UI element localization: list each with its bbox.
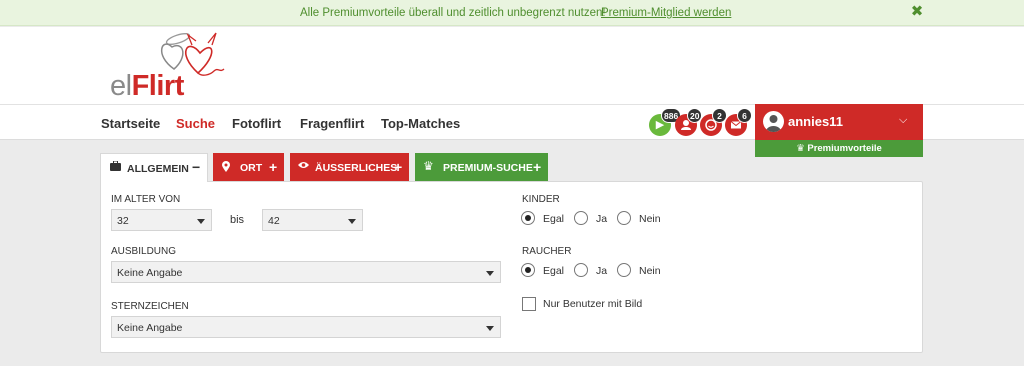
logo-flirt: Flirt — [131, 70, 185, 102]
nav-fotoflirt[interactable]: Fotoflirt — [232, 116, 281, 131]
raucher-ja-label: Ja — [596, 265, 608, 277]
nav-top-matches[interactable]: Top-Matches — [381, 116, 460, 131]
kinder-egal-label: Egal — [543, 213, 565, 225]
eye-icon — [298, 161, 309, 172]
ausbildung-select[interactable]: Keine Angabe — [111, 261, 501, 283]
expand-icon: + — [394, 159, 403, 175]
avatar — [763, 111, 784, 132]
promo-text: Alle Premiumvorteile überall und zeitlic… — [300, 7, 606, 19]
dropdown-arrow-icon — [348, 219, 356, 224]
close-icon[interactable]: ✖ — [907, 2, 927, 22]
premium-benefits-label: Premiumvorteile — [807, 143, 882, 154]
kinder-ja-label: Ja — [596, 213, 608, 225]
user-menu[interactable]: annies11 ⌵ — [755, 104, 923, 140]
raucher-nein-label: Nein — [639, 265, 661, 277]
nav-startseite[interactable]: Startseite — [101, 116, 160, 131]
nav-suche[interactable]: Suche — [176, 116, 215, 131]
raucher-egal-label: Egal — [543, 265, 565, 277]
visitors-button[interactable]: 20 — [675, 108, 703, 136]
site-header: elFlirt — [0, 27, 1024, 104]
dropdown-arrow-icon — [486, 326, 494, 331]
ausbildung-value: Keine Angabe — [117, 267, 183, 279]
kinder-nein-radio[interactable] — [617, 211, 631, 225]
tab-aeusserliches[interactable]: ÄUSSERLICHES + — [290, 153, 409, 181]
raucher-ja-radio[interactable] — [574, 263, 588, 277]
raucher-label: RAUCHER — [522, 246, 572, 257]
username: annies11 — [788, 114, 843, 129]
kinder-egal-radio[interactable] — [521, 211, 535, 225]
tab-aeusserliches-label: ÄUSSERLICHES — [315, 162, 398, 174]
crown-icon: ♛ — [796, 143, 805, 154]
age-to-select[interactable]: 42 — [262, 209, 363, 231]
premium-benefits-button[interactable]: ♛ Premiumvorteile — [755, 140, 923, 157]
premium-member-link[interactable]: Premium-Mitglied werden — [601, 7, 731, 19]
tab-allgemein-label: ALLGEMEIN — [127, 163, 189, 175]
kinder-nein-label: Nein — [639, 213, 661, 225]
tab-premium-suche[interactable]: ♛ PREMIUM-SUCHE + — [415, 153, 548, 181]
dropdown-arrow-icon — [197, 219, 205, 224]
messages-button[interactable]: 6 — [725, 108, 752, 136]
tab-ort-label: ORT — [240, 162, 263, 174]
ausbildung-label: AUSBILDUNG — [111, 246, 177, 257]
live-button[interactable]: ▶ 886 — [649, 108, 682, 136]
sternzeichen-value: Keine Angabe — [117, 322, 183, 334]
logo-el: el — [110, 70, 132, 102]
kinder-label: KINDER — [522, 194, 560, 205]
age-label: IM ALTER VON — [111, 194, 181, 205]
crown-icon: ♛ — [423, 159, 434, 173]
dropdown-arrow-icon — [486, 271, 494, 276]
age-from-value: 32 — [117, 215, 129, 227]
age-to-label: bis — [230, 214, 245, 226]
tab-allgemein[interactable]: ALLGEMEIN − — [100, 153, 208, 182]
location-pin-icon — [222, 161, 230, 175]
messages-count: 6 — [737, 108, 752, 123]
promo-bar: Alle Premiumvorteile überall und zeitlic… — [0, 0, 1024, 26]
collapse-icon: − — [192, 159, 201, 175]
smiles-button[interactable]: 2 — [700, 108, 727, 136]
age-from-select[interactable]: 32 — [111, 209, 212, 231]
raucher-egal-radio[interactable] — [521, 263, 535, 277]
tab-premium-suche-label: PREMIUM-SUCHE — [443, 162, 533, 174]
only-with-photo-checkbox[interactable] — [522, 297, 536, 311]
expand-icon: + — [533, 159, 542, 175]
expand-icon: + — [269, 159, 278, 175]
avatar-silhouette-icon — [766, 115, 781, 132]
chevron-down-icon: ⌵ — [899, 114, 908, 126]
briefcase-icon — [110, 160, 121, 174]
elflirt-logo[interactable]: elFlirt — [108, 27, 238, 103]
tab-ort[interactable]: ORT + — [213, 153, 284, 181]
nav-fragenflirt[interactable]: Fragenflirt — [300, 116, 364, 131]
raucher-nein-radio[interactable] — [617, 263, 631, 277]
sternzeichen-label: STERNZEICHEN — [111, 301, 189, 312]
kinder-ja-radio[interactable] — [574, 211, 588, 225]
logo-text: elFlirt — [110, 71, 184, 101]
only-with-photo-label: Nur Benutzer mit Bild — [543, 298, 643, 310]
sternzeichen-select[interactable]: Keine Angabe — [111, 316, 501, 338]
age-to-value: 42 — [268, 215, 280, 227]
